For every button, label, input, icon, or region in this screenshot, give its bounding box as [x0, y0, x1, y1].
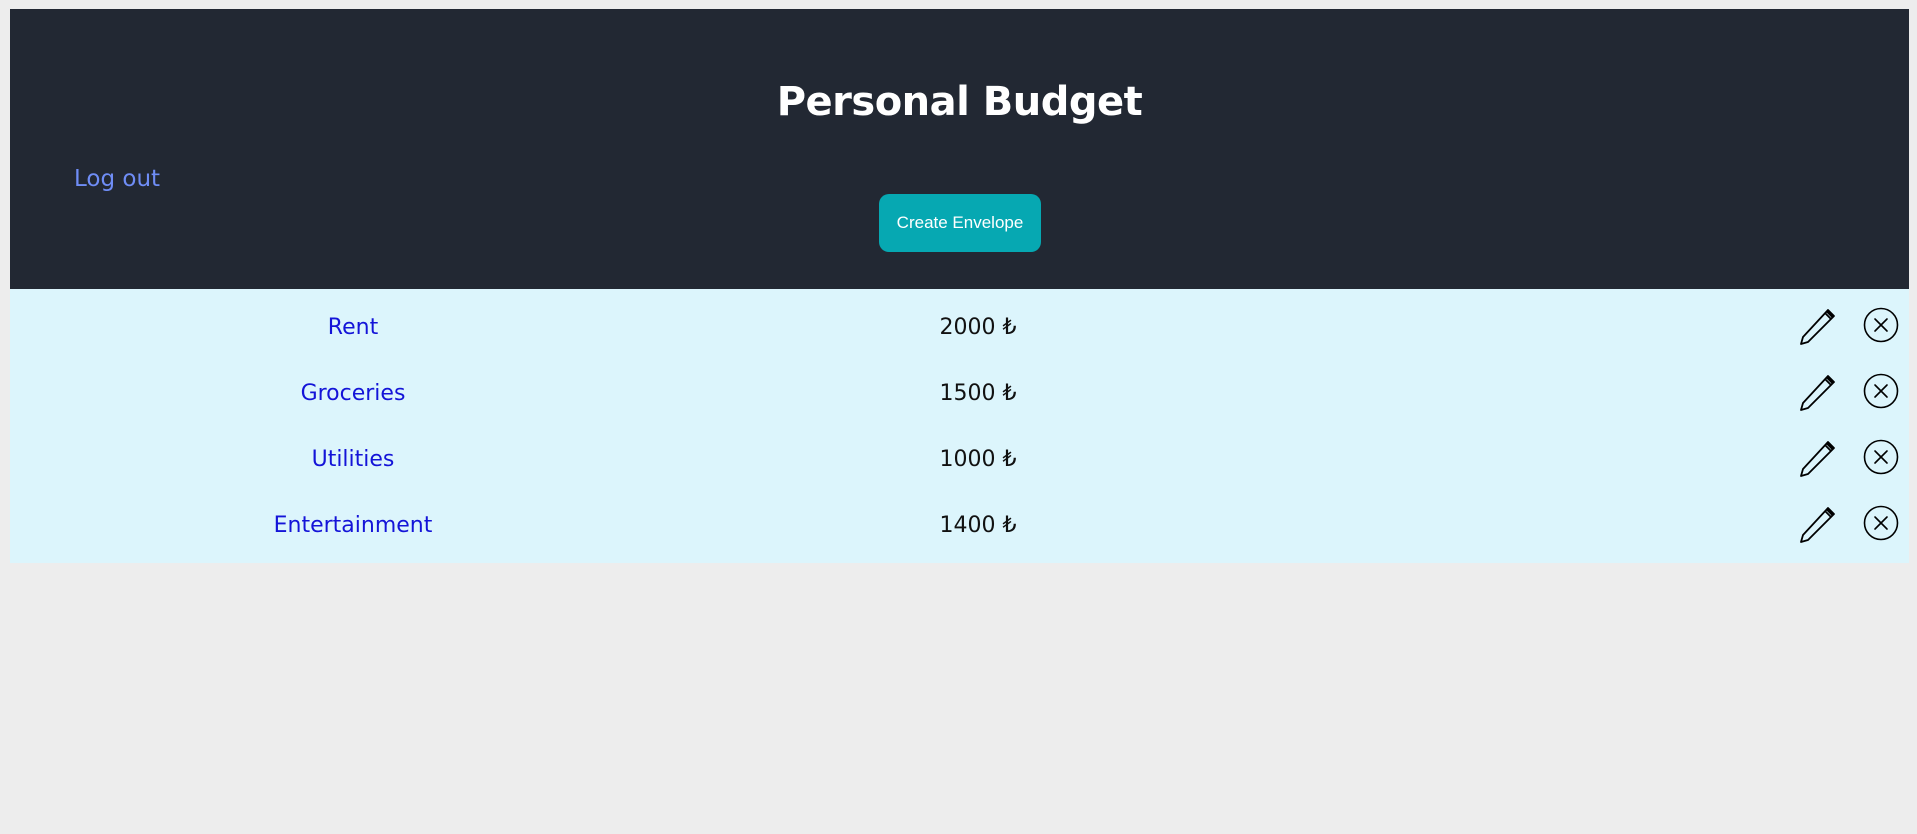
edit-button[interactable] — [1798, 307, 1838, 347]
envelope-amount: 2000 ₺ — [939, 315, 1017, 340]
close-circle-icon — [1863, 373, 1899, 409]
envelope-name-link[interactable]: Groceries — [253, 361, 453, 427]
delete-button[interactable] — [1862, 438, 1900, 476]
edit-button[interactable] — [1798, 505, 1838, 545]
pencil-icon — [1800, 375, 1835, 411]
envelope-amount: 1000 ₺ — [939, 447, 1017, 472]
close-circle-icon — [1863, 505, 1899, 541]
create-envelope-button[interactable]: Create Envelope — [879, 194, 1041, 252]
envelope-name-link[interactable]: Utilities — [253, 427, 453, 493]
app-container: Personal Budget Log out Create Envelope … — [10, 9, 1909, 563]
logout-link[interactable]: Log out — [74, 166, 160, 192]
list-item: Entertainment 1400 ₺ — [10, 493, 1909, 559]
edit-button[interactable] — [1798, 439, 1838, 479]
close-circle-icon — [1863, 439, 1899, 475]
pencil-icon — [1800, 441, 1835, 477]
envelope-amount: 1400 ₺ — [939, 513, 1017, 538]
page-title: Personal Budget — [776, 79, 1143, 125]
delete-button[interactable] — [1862, 504, 1900, 542]
envelope-name-link[interactable]: Rent — [253, 295, 453, 361]
envelope-name-link[interactable]: Entertainment — [253, 493, 453, 559]
envelope-amount: 1500 ₺ — [939, 381, 1017, 406]
delete-button[interactable] — [1862, 372, 1900, 410]
list-item: Rent 2000 ₺ — [10, 295, 1909, 361]
pencil-icon — [1800, 507, 1835, 543]
list-item: Utilities 1000 ₺ — [10, 427, 1909, 493]
close-circle-icon — [1863, 307, 1899, 343]
envelope-list: Rent 2000 ₺ Groceries 1500 ₺ Utilities 1… — [10, 289, 1909, 563]
edit-button[interactable] — [1798, 373, 1838, 413]
delete-button[interactable] — [1862, 306, 1900, 344]
header: Personal Budget Log out Create Envelope — [10, 9, 1909, 289]
list-item: Groceries 1500 ₺ — [10, 361, 1909, 427]
pencil-icon — [1800, 309, 1835, 345]
